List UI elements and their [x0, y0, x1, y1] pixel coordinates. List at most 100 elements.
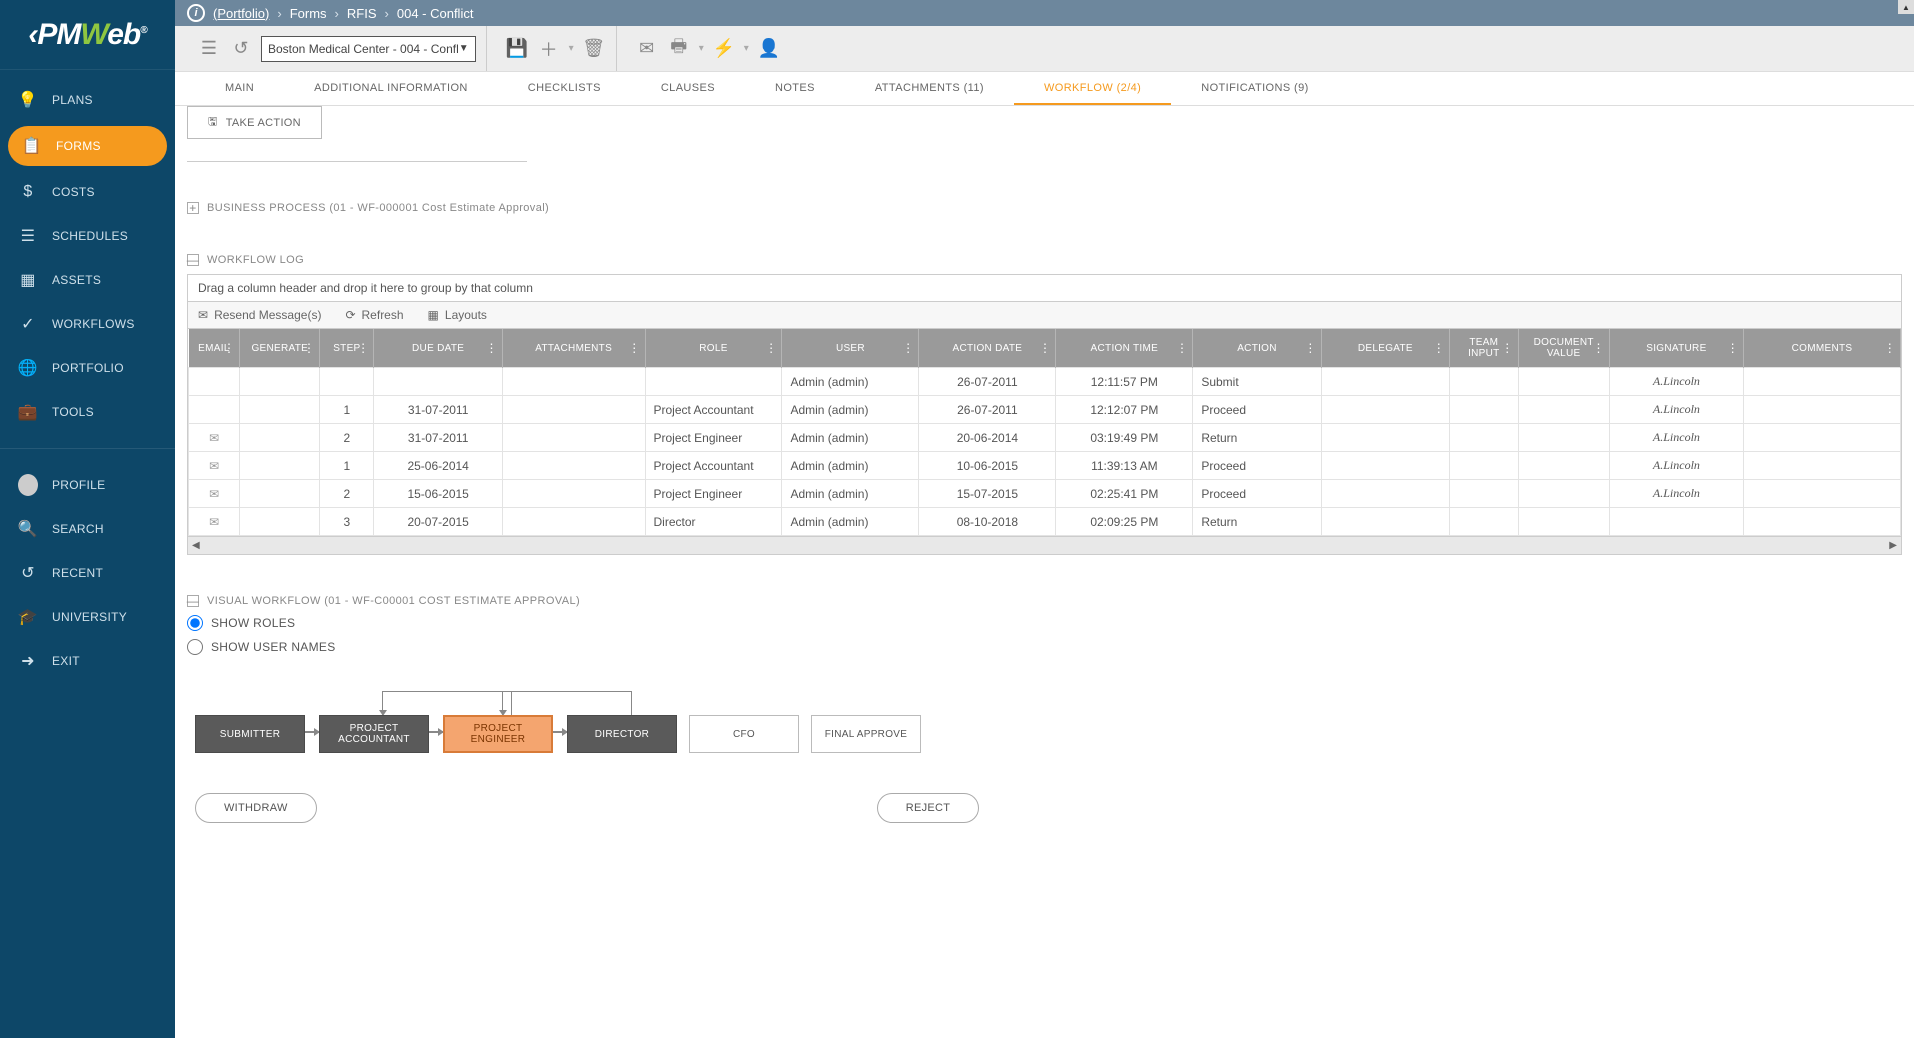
- column-menu-icon[interactable]: ⋮: [1501, 341, 1513, 355]
- column-menu-icon[interactable]: ⋮: [1433, 341, 1445, 355]
- col-header[interactable]: DELEGATE⋮: [1321, 329, 1449, 368]
- collapse-icon[interactable]: —: [187, 595, 199, 607]
- grid-group-drop[interactable]: Drag a column header and drop it here to…: [188, 275, 1901, 302]
- sidebar-item-search[interactable]: 🔍SEARCH: [0, 507, 175, 551]
- refresh-button[interactable]: ⟳Refresh: [345, 308, 403, 322]
- mail-icon[interactable]: ✉: [209, 515, 219, 529]
- table-row[interactable]: ✉320-07-2015DirectorAdmin (admin)08-10-2…: [189, 508, 1901, 536]
- show-users-radio[interactable]: SHOW USER NAMES: [187, 639, 1902, 655]
- mail-icon[interactable]: ✉: [209, 431, 219, 445]
- add-icon[interactable]: ＋: [537, 37, 561, 61]
- section-business-process[interactable]: + BUSINESS PROCESS (01 - WF-000001 Cost …: [187, 202, 1902, 214]
- table-row[interactable]: ✉231-07-2011Project EngineerAdmin (admin…: [189, 424, 1901, 452]
- wf-node-cfo[interactable]: CFO: [689, 715, 799, 753]
- collapse-icon[interactable]: —: [187, 254, 199, 266]
- table-row[interactable]: Admin (admin)26-07-201112:11:57 PMSubmit…: [189, 368, 1901, 396]
- table-row[interactable]: ✉215-06-2015Project EngineerAdmin (admin…: [189, 480, 1901, 508]
- radio-input[interactable]: [187, 615, 203, 631]
- sidebar-item-tools[interactable]: 💼TOOLS: [0, 390, 175, 434]
- column-menu-icon[interactable]: ⋮: [1593, 341, 1605, 355]
- sidebar-item-schedules[interactable]: ☰SCHEDULES: [0, 214, 175, 258]
- layouts-button[interactable]: ▦Layouts: [428, 308, 487, 322]
- breadcrumb-root[interactable]: (Portfolio): [213, 6, 269, 21]
- col-header[interactable]: SIGNATURE⋮: [1609, 329, 1743, 368]
- col-header[interactable]: DOCUMENT VALUE⋮: [1518, 329, 1609, 368]
- user-icon[interactable]: 👤: [757, 37, 781, 61]
- sidebar-item-plans[interactable]: 💡PLANS: [0, 78, 175, 122]
- sidebar-item-portfolio[interactable]: 🌐PORTFOLIO: [0, 346, 175, 390]
- sidebar-item-workflows[interactable]: ✓WORKFLOWS: [0, 302, 175, 346]
- mail-icon[interactable]: ✉: [209, 487, 219, 501]
- column-menu-icon[interactable]: ⋮: [628, 341, 640, 355]
- sidebar-item-university[interactable]: 🎓UNIVERSITY: [0, 595, 175, 639]
- col-header[interactable]: STEP⋮: [320, 329, 374, 368]
- tab-checklists[interactable]: CHECKLISTS: [498, 72, 631, 105]
- table-row[interactable]: ✉125-06-2014Project AccountantAdmin (adm…: [189, 452, 1901, 480]
- col-header[interactable]: USER⋮: [782, 329, 919, 368]
- take-action-button[interactable]: 🖫 TAKE ACTION: [187, 106, 322, 139]
- wf-node-accountant[interactable]: PROJECT ACCOUNTANT: [319, 715, 429, 753]
- col-header[interactable]: ACTION TIME⋮: [1056, 329, 1193, 368]
- list-icon[interactable]: ☰: [197, 37, 221, 61]
- column-menu-icon[interactable]: ⋮: [223, 341, 235, 355]
- scroll-left-icon[interactable]: ◀: [192, 540, 200, 551]
- sidebar-item-costs[interactable]: $COSTS: [0, 170, 175, 214]
- sidebar-item-exit[interactable]: ➜EXIT: [0, 639, 175, 683]
- sidebar-item-forms[interactable]: 📋FORMS: [8, 126, 167, 166]
- col-header[interactable]: COMMENTS⋮: [1743, 329, 1900, 368]
- column-menu-icon[interactable]: ⋮: [1304, 341, 1316, 355]
- wf-node-director[interactable]: DIRECTOR: [567, 715, 677, 753]
- sidebar-item-profile[interactable]: PROFILE: [0, 463, 175, 507]
- table-row[interactable]: 131-07-2011Project AccountantAdmin (admi…: [189, 396, 1901, 424]
- delete-icon[interactable]: 🗑: [582, 37, 606, 61]
- col-header[interactable]: ACTION DATE⋮: [919, 329, 1056, 368]
- tab-notifications-9-[interactable]: NOTIFICATIONS (9): [1171, 72, 1338, 105]
- radio-input[interactable]: [187, 639, 203, 655]
- tab-notes[interactable]: NOTES: [745, 72, 845, 105]
- column-menu-icon[interactable]: ⋮: [1039, 341, 1051, 355]
- column-menu-icon[interactable]: ⋮: [1884, 341, 1896, 355]
- wf-node-submitter[interactable]: SUBMITTER: [195, 715, 305, 753]
- col-header[interactable]: ROLE⋮: [645, 329, 782, 368]
- col-header[interactable]: DUE DATE⋮: [374, 329, 502, 368]
- save-icon[interactable]: 💾: [505, 37, 529, 61]
- col-header[interactable]: ATTACHMENTS⋮: [502, 329, 645, 368]
- record-selector[interactable]: Boston Medical Center - 004 - Confl▼: [261, 36, 476, 62]
- expand-icon[interactable]: +: [187, 202, 199, 214]
- tab-attachments-11-[interactable]: ATTACHMENTS (11): [845, 72, 1014, 105]
- sidebar-item-recent[interactable]: ↺RECENT: [0, 551, 175, 595]
- col-header[interactable]: GENERATE⋮: [240, 329, 320, 368]
- col-header[interactable]: EMAIL⋮: [189, 329, 240, 368]
- wf-node-engineer[interactable]: PROJECT ENGINEER: [443, 715, 553, 753]
- mail-icon[interactable]: ✉: [209, 459, 219, 473]
- column-menu-icon[interactable]: ⋮: [765, 341, 777, 355]
- mail-icon[interactable]: ✉: [635, 37, 659, 61]
- scroll-up-icon[interactable]: ▲: [1898, 0, 1914, 14]
- horizontal-scrollbar[interactable]: ◀ ▶: [188, 536, 1901, 554]
- column-menu-icon[interactable]: ⋮: [486, 341, 498, 355]
- resend-button[interactable]: ✉Resend Message(s): [198, 308, 321, 322]
- print-icon[interactable]: 🖶: [667, 37, 691, 61]
- column-menu-icon[interactable]: ⋮: [303, 341, 315, 355]
- col-header[interactable]: ACTION⋮: [1193, 329, 1321, 368]
- col-header[interactable]: TEAM INPUT⋮: [1450, 329, 1518, 368]
- withdraw-button[interactable]: WITHDRAW: [195, 793, 317, 823]
- tab-workflow-2-4-[interactable]: WORKFLOW (2/4): [1014, 72, 1171, 105]
- tab-clauses[interactable]: CLAUSES: [631, 72, 745, 105]
- column-menu-icon[interactable]: ⋮: [357, 341, 369, 355]
- sidebar-item-assets[interactable]: ▦ASSETS: [0, 258, 175, 302]
- bolt-icon[interactable]: ⚡: [712, 37, 736, 61]
- section-visual-workflow[interactable]: — VISUAL WORKFLOW (01 - WF-C00001 COST E…: [187, 595, 1902, 607]
- tab-main[interactable]: MAIN: [195, 72, 284, 105]
- history-icon[interactable]: ↺: [229, 37, 253, 61]
- info-icon[interactable]: i: [187, 4, 205, 22]
- column-menu-icon[interactable]: ⋮: [902, 341, 914, 355]
- column-menu-icon[interactable]: ⋮: [1176, 341, 1188, 355]
- show-roles-radio[interactable]: SHOW ROLES: [187, 615, 1902, 631]
- column-menu-icon[interactable]: ⋮: [1727, 341, 1739, 355]
- scroll-right-icon[interactable]: ▶: [1889, 540, 1897, 551]
- wf-node-final[interactable]: FINAL APPROVE: [811, 715, 921, 753]
- tab-additional-information[interactable]: ADDITIONAL INFORMATION: [284, 72, 498, 105]
- section-workflow-log[interactable]: — WORKFLOW LOG: [187, 254, 1902, 266]
- reject-button[interactable]: REJECT: [877, 793, 980, 823]
